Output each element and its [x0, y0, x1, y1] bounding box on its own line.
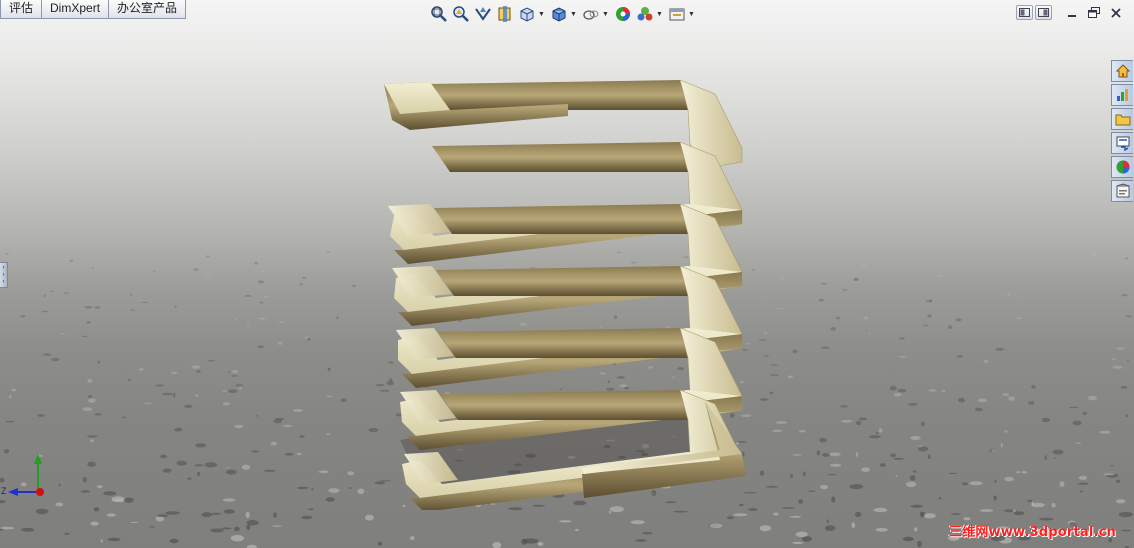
edit-appearance-icon[interactable]	[612, 3, 634, 25]
coil-back-run	[438, 328, 700, 358]
dropdown-caret-icon[interactable]: ▼	[538, 3, 545, 25]
view-palette-icon[interactable]	[1111, 132, 1133, 154]
tile-right-icon[interactable]	[1035, 5, 1052, 20]
zoom-to-fit-icon[interactable]	[428, 3, 450, 25]
design-library-icon[interactable]	[1111, 84, 1133, 106]
section-view-icon[interactable]	[494, 3, 516, 25]
dropdown-caret-icon[interactable]: ▼	[570, 3, 577, 25]
dropdown-caret-icon[interactable]: ▼	[688, 3, 695, 25]
coil-back-run	[432, 142, 700, 172]
previous-view-icon[interactable]	[472, 3, 494, 25]
command-tab-0[interactable]: 评估	[0, 0, 43, 19]
reference-triad: Z	[1, 454, 44, 496]
triad-z-arrow	[8, 488, 18, 496]
close-icon[interactable]	[1106, 5, 1126, 20]
triad-x-axis	[36, 488, 44, 496]
task-pane-tabs	[1111, 60, 1133, 202]
command-manager-tabs: 评估 DimXpert 办公室产品	[0, 0, 187, 19]
restore-icon[interactable]	[1084, 5, 1104, 20]
spring-model[interactable]	[370, 70, 790, 510]
triad-y-arrow	[34, 454, 42, 464]
file-explorer-icon[interactable]	[1111, 108, 1133, 130]
solidworks-resources-icon[interactable]	[1111, 60, 1133, 82]
coil-back-run	[434, 204, 700, 234]
coil-back-run	[440, 390, 700, 420]
watermark-text: 三维网www.3dportal.cn	[948, 525, 1116, 540]
dropdown-caret-icon[interactable]: ▼	[602, 3, 609, 25]
zoom-to-area-icon[interactable]	[450, 3, 472, 25]
coil-back-run	[436, 266, 700, 296]
heads-up-view-toolbar: ▼ ▼ ▼ ▼ ▼	[428, 3, 698, 25]
triad-z-label: Z	[1, 486, 7, 496]
command-tab-2[interactable]: 办公室产品	[108, 0, 187, 19]
tile-left-icon[interactable]	[1016, 5, 1033, 20]
dropdown-caret-icon[interactable]: ▼	[656, 3, 663, 25]
display-style-icon[interactable]	[548, 3, 570, 25]
view-settings-icon[interactable]	[666, 3, 688, 25]
expand-panel-handle[interactable]: › › ›	[0, 262, 8, 288]
window-controls	[1016, 5, 1126, 20]
view-orientation-icon[interactable]	[516, 3, 538, 25]
custom-properties-icon[interactable]	[1111, 180, 1133, 202]
appearances-scenes-icon[interactable]	[1111, 156, 1133, 178]
graphics-area[interactable]: 评估 DimXpert 办公室产品 ▼ ▼ ▼ ▼ ▼ › › › Z 三维网www.3dpor…	[0, 0, 1134, 548]
minimize-icon[interactable]	[1062, 5, 1082, 20]
command-tab-1[interactable]: DimXpert	[41, 0, 110, 19]
apply-scene-icon[interactable]	[634, 3, 656, 25]
hide-show-items-icon[interactable]	[580, 3, 602, 25]
